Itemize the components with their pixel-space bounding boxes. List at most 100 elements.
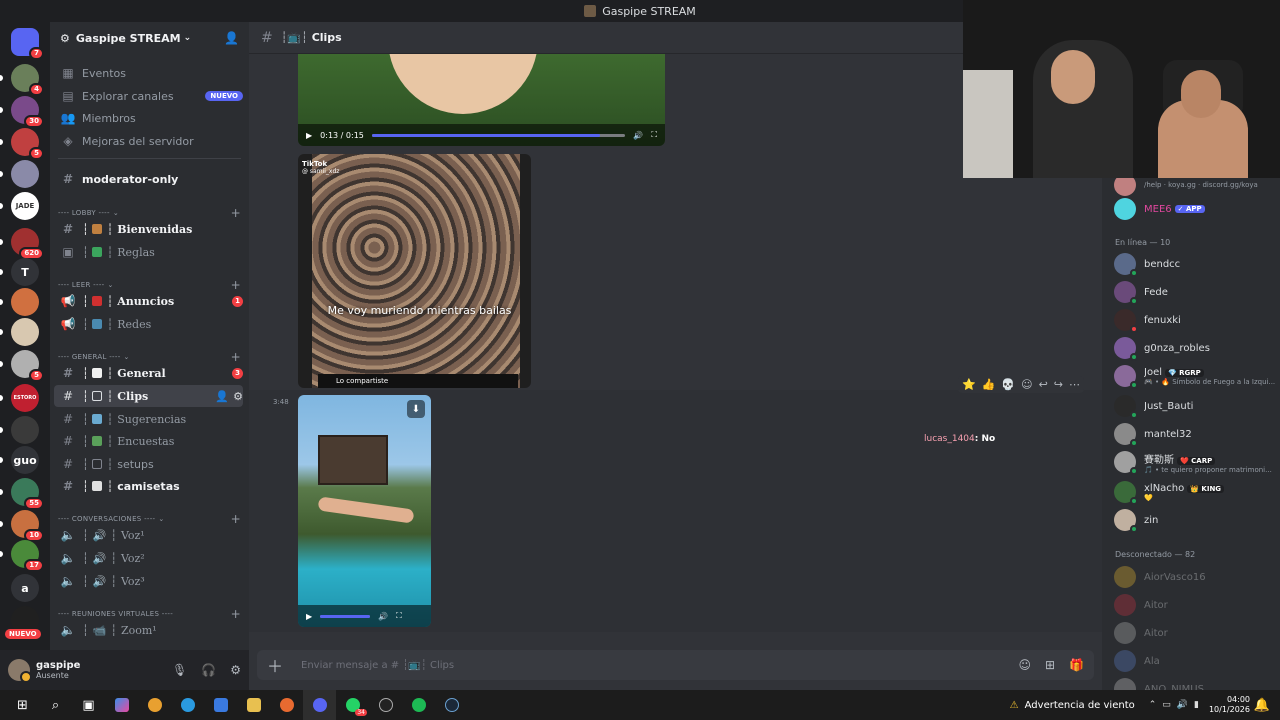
channel-general[interactable]: # ┆ ┆ General 3 xyxy=(54,362,243,384)
nav-members[interactable]: 👥 Miembros xyxy=(54,107,243,129)
server-icon[interactable]: guo xyxy=(11,446,39,474)
channel-anuncios[interactable]: 📢 ┆ ┆ Anuncios 1 xyxy=(54,290,243,312)
spotify-icon[interactable] xyxy=(402,690,435,720)
guild-header[interactable]: ⚙ Gaspipe STREAM ⌄ 👤 xyxy=(50,22,249,54)
chevron-up-icon[interactable]: ⌃ xyxy=(1149,700,1157,710)
member-row[interactable]: AiorVasco16 xyxy=(1114,564,1276,590)
channel-camisetas[interactable]: # ┆ ┆ camisetas xyxy=(54,475,243,497)
channel-redes[interactable]: 📢 ┆ ┆ Redes xyxy=(54,313,243,335)
battery-icon[interactable]: ▮ xyxy=(1194,700,1199,710)
more-icon[interactable]: ⋯ xyxy=(1069,378,1080,391)
fullscreen-icon[interactable]: ⛶ xyxy=(651,130,657,140)
server-icon[interactable]: 10 xyxy=(11,510,44,542)
reply-icon[interactable]: ↩ xyxy=(1039,378,1048,391)
server-icon[interactable] xyxy=(11,318,39,346)
thumbs-up-icon[interactable]: 👍 xyxy=(982,378,996,391)
server-icon[interactable] xyxy=(11,288,39,316)
microphone-icon[interactable]: 🎙 xyxy=(172,663,187,677)
video-progress[interactable] xyxy=(371,133,626,137)
member-row[interactable]: mantel32 xyxy=(1114,421,1276,447)
message-input[interactable]: ＋ Enviar mensaje a # ┆📺┆ Clips ☺ ⊞ 🎁 xyxy=(257,650,1094,680)
volume-icon[interactable]: 🔊 xyxy=(378,612,388,621)
volume-icon[interactable]: 🔊 xyxy=(633,131,643,140)
member-row[interactable]: bendcc xyxy=(1114,251,1276,277)
download-icon[interactable]: ⬇ xyxy=(407,400,425,418)
member-row[interactable]: Aitor xyxy=(1114,620,1276,646)
obs-icon[interactable] xyxy=(369,690,402,720)
member-row-mee6[interactable]: MEE6 ✓ APP xyxy=(1114,196,1276,222)
video-attachment[interactable]: ▶ 0:13 / 0:15 🔊 ⛶ xyxy=(298,54,665,146)
server-icon[interactable] xyxy=(11,416,39,444)
video-progress[interactable] xyxy=(320,614,371,618)
gear-icon[interactable]: ⚙ xyxy=(233,390,243,403)
channel-moderator-only[interactable]: # moderator-only xyxy=(54,168,243,190)
weather-widget[interactable]: ⚠ Advertencia de viento xyxy=(1010,700,1135,711)
server-icon[interactable]: ESTORO xyxy=(11,384,39,412)
member-row[interactable]: Fede xyxy=(1114,279,1276,305)
video-attachment[interactable]: ⬇ ▶ 🔊 ⛶ xyxy=(298,395,431,627)
member-row[interactable]: 賽勒斯 ❤️ CARP 🎵 • te quiero proponer matrimo… xyxy=(1114,449,1276,475)
star-icon[interactable]: ⭐ xyxy=(962,378,976,391)
forward-icon[interactable]: ↪ xyxy=(1054,378,1063,391)
server-icon[interactable]: 17 xyxy=(11,540,44,572)
gift-icon[interactable]: 🎁 xyxy=(1069,658,1084,672)
server-icon[interactable]: 5 xyxy=(11,350,44,382)
member-row[interactable]: xlNacho 👑 KING 💛 xyxy=(1114,479,1276,505)
chrome-icon[interactable] xyxy=(138,690,171,720)
voice-channel-voz2[interactable]: 🔈 ┆ 🔊 ┆ Voz² xyxy=(54,547,243,569)
member-row[interactable]: ANO_NIMUS xyxy=(1114,676,1276,690)
voice-channel-zoom[interactable]: 🔈 ┆ 📹 ┆ Zoom¹ xyxy=(54,619,243,641)
server-icon[interactable]: T xyxy=(11,258,39,286)
store-icon[interactable] xyxy=(204,690,237,720)
server-icon[interactable]: 7 xyxy=(11,28,44,60)
tiktok-video-attachment[interactable]: TikTok @ samii_xdz Me voy muriendo mientr… xyxy=(298,154,531,388)
copilot-icon[interactable] xyxy=(105,690,138,720)
volume-icon[interactable]: 🔊 xyxy=(1177,700,1188,710)
reaction-icon[interactable]: 💀 xyxy=(1001,378,1015,391)
play-icon[interactable]: ▶ xyxy=(306,131,312,140)
member-row[interactable]: Ala xyxy=(1114,648,1276,674)
play-icon[interactable]: ▶ xyxy=(306,612,312,621)
channel-reglas[interactable]: ▣ ┆ ┆ Reglas xyxy=(54,241,243,263)
invite-icon[interactable]: 👤 xyxy=(224,31,239,45)
edge-icon[interactable] xyxy=(171,690,204,720)
network-icon[interactable]: ▭ xyxy=(1162,700,1171,710)
member-row[interactable]: fenuxki xyxy=(1114,307,1276,333)
member-row[interactable]: Just_Bauti xyxy=(1114,393,1276,419)
channel-bienvenidas[interactable]: # ┆ ┆ Bienvenidas xyxy=(54,218,243,240)
fullscreen-icon[interactable]: ⛶ xyxy=(396,611,402,621)
member-row[interactable]: /help · koya.gg · discord.gg/koya xyxy=(1114,178,1276,198)
server-icon[interactable]: 5 xyxy=(11,128,44,160)
server-icon[interactable]: 55 xyxy=(11,478,44,510)
add-reaction-icon[interactable]: ☺ xyxy=(1021,378,1032,391)
server-icon[interactable]: 4 xyxy=(11,64,44,96)
voice-channel-voz1[interactable]: 🔈 ┆ 🔊 ┆ Voz¹ xyxy=(54,524,243,546)
member-row[interactable]: g0nza_robles xyxy=(1114,335,1276,361)
member-row[interactable]: zin xyxy=(1114,507,1276,533)
whatsapp-icon[interactable]: 34 xyxy=(336,690,369,720)
voice-channel-voz3[interactable]: 🔈 ┆ 🔊 ┆ Voz³ xyxy=(54,570,243,592)
nav-explore[interactable]: ▤ Explorar canales NUEVO xyxy=(54,85,243,107)
notifications-icon[interactable]: 🔔 xyxy=(1250,690,1274,720)
gear-icon[interactable]: ⚙ xyxy=(230,663,241,677)
search-icon[interactable]: ⌕ xyxy=(39,690,72,720)
discord-icon[interactable] xyxy=(303,690,336,720)
server-icon[interactable]: JADE xyxy=(11,192,39,220)
headphones-icon[interactable]: 🎧 xyxy=(201,663,216,677)
server-icon[interactable] xyxy=(11,160,39,188)
firefox-icon[interactable] xyxy=(270,690,303,720)
server-icon[interactable]: 30 xyxy=(11,96,44,128)
member-row[interactable]: Joel 💎 RGRP 🎮 • 🔥 Símbolo de Fuego a la Iz… xyxy=(1114,363,1276,389)
channel-setups[interactable]: # ┆ ┆ setups xyxy=(54,453,243,475)
steam-icon[interactable] xyxy=(435,690,468,720)
channel-encuestas[interactable]: # ┆ ┆ Encuestas xyxy=(54,430,243,452)
folder-icon[interactable] xyxy=(237,690,270,720)
channel-clips[interactable]: # ┆ ┆ Clips 👤 ⚙ xyxy=(54,385,243,407)
invite-icon[interactable]: 👤 xyxy=(215,390,229,403)
avatar[interactable] xyxy=(8,659,32,683)
server-icon[interactable]: 620 xyxy=(11,228,44,260)
task-view-icon[interactable]: ▣ xyxy=(72,690,105,720)
emoji-icon[interactable]: ☺ xyxy=(1018,658,1031,672)
clock[interactable]: 04:00 10/1/2026 xyxy=(1209,695,1250,715)
start-icon[interactable]: ⊞ xyxy=(6,690,39,720)
